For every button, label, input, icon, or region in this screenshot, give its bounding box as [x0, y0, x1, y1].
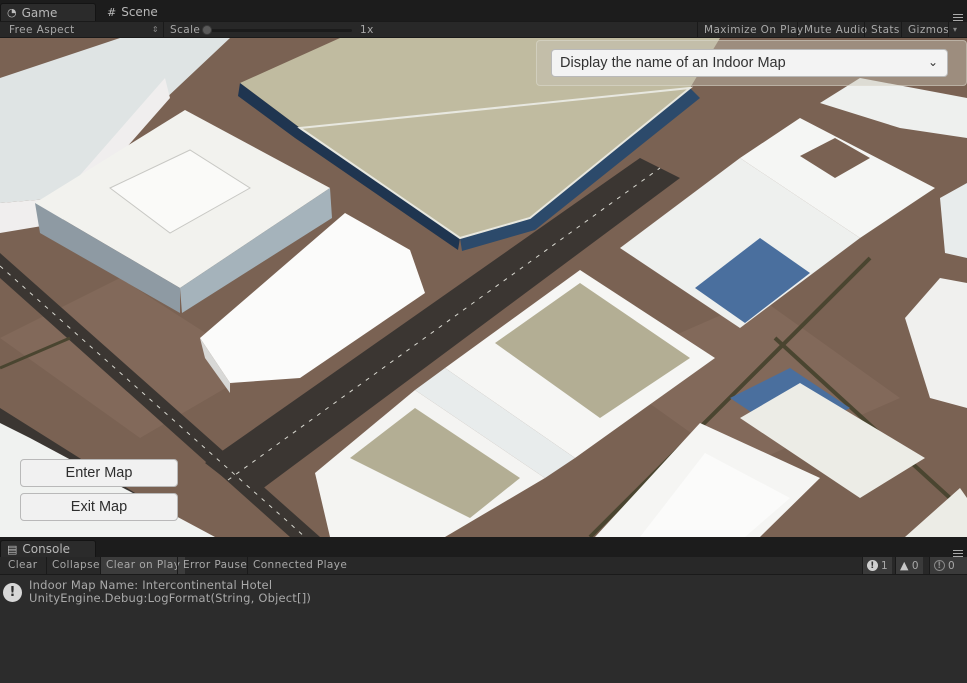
tab-scene-label: Scene [121, 5, 158, 19]
stats-toggle[interactable]: Stats [864, 22, 906, 38]
info-icon: ! [867, 560, 878, 571]
editor-tab-bar: ◔ Game # Scene [0, 0, 967, 21]
warning-icon: ▲ [900, 559, 909, 572]
console-toolbar: Clear Collapse Clear on Play Error Pause… [0, 557, 967, 575]
tab-game-label: Game [21, 5, 58, 20]
scale-slider-track[interactable] [207, 29, 352, 32]
grid-scene-icon: # [107, 5, 117, 19]
chevron-down-icon: ⌄ [927, 55, 938, 69]
log-entry[interactable]: ! Indoor Map Name: Intercontinental Hote… [0, 577, 967, 609]
connected-player-dropdown[interactable]: Connected Playe ▾ [247, 557, 347, 574]
error-pause-toggle[interactable]: Error Pause [177, 557, 252, 574]
console-tab-bar: ▤ Console [0, 537, 967, 557]
warning-count: 0 [911, 559, 919, 572]
aspect-select-value: Free Aspect [9, 24, 75, 36]
updown-arrows-icon: ⇕ [151, 25, 159, 34]
scale-value: 1x [360, 24, 374, 36]
enter-map-button[interactable]: Enter Map [20, 459, 178, 487]
mute-audio-toggle[interactable]: Mute Audio [797, 22, 873, 38]
gizmos-toggle[interactable]: Gizmos [901, 22, 955, 38]
info-count: 1 [881, 559, 889, 572]
collapse-toggle[interactable]: Collapse [46, 557, 105, 574]
indoor-map-dropdown-label: Display the name of an Indoor Map [560, 55, 786, 71]
connected-player-label: Connected Playe [253, 559, 347, 571]
game-toolbar: Free Aspect ⇕ Scale 1x Maximize On Play … [0, 21, 967, 38]
error-count-toggle[interactable]: ! 0 [929, 557, 967, 574]
indoor-map-dropdown[interactable]: Display the name of an Indoor Map ⌄ [551, 49, 948, 77]
gizmos-dropdown-arrow-icon[interactable]: ▾ [948, 22, 961, 38]
scale-slider-handle[interactable] [202, 25, 212, 35]
tab-scene[interactable]: # Scene [101, 3, 171, 21]
tab-console[interactable]: ▤ Console [0, 540, 96, 557]
tab-game[interactable]: ◔ Game [0, 3, 96, 21]
game-viewport[interactable]: Display the name of an Indoor Map ⌄ Ente… [0, 38, 967, 537]
console-log-list: ! Indoor Map Name: Intercontinental Hote… [0, 575, 967, 683]
error-icon: ! [934, 560, 945, 571]
info-message-icon: ! [3, 583, 22, 602]
console-icon: ▤ [7, 542, 18, 556]
maximize-on-play-toggle[interactable]: Maximize On Play [697, 22, 810, 38]
log-stacktrace: UnityEngine.Debug:LogFormat(String, Obje… [29, 591, 312, 605]
log-entry-text: Indoor Map Name: Intercontinental Hotel … [29, 579, 311, 605]
scale-label: Scale [163, 22, 206, 38]
clear-on-play-toggle[interactable]: Clear on Play [100, 557, 186, 574]
info-count-toggle[interactable]: ! 1 [862, 557, 893, 574]
aspect-select[interactable]: Free Aspect ⇕ [3, 22, 163, 38]
pacman-game-icon: ◔ [7, 6, 17, 19]
warning-count-toggle[interactable]: ▲ 0 [895, 557, 923, 574]
clear-button[interactable]: Clear [3, 557, 42, 574]
tab-console-label: Console [22, 542, 71, 556]
exit-map-button[interactable]: Exit Map [20, 493, 178, 521]
log-message: Indoor Map Name: Intercontinental Hotel [29, 578, 273, 592]
error-count: 0 [948, 559, 956, 572]
